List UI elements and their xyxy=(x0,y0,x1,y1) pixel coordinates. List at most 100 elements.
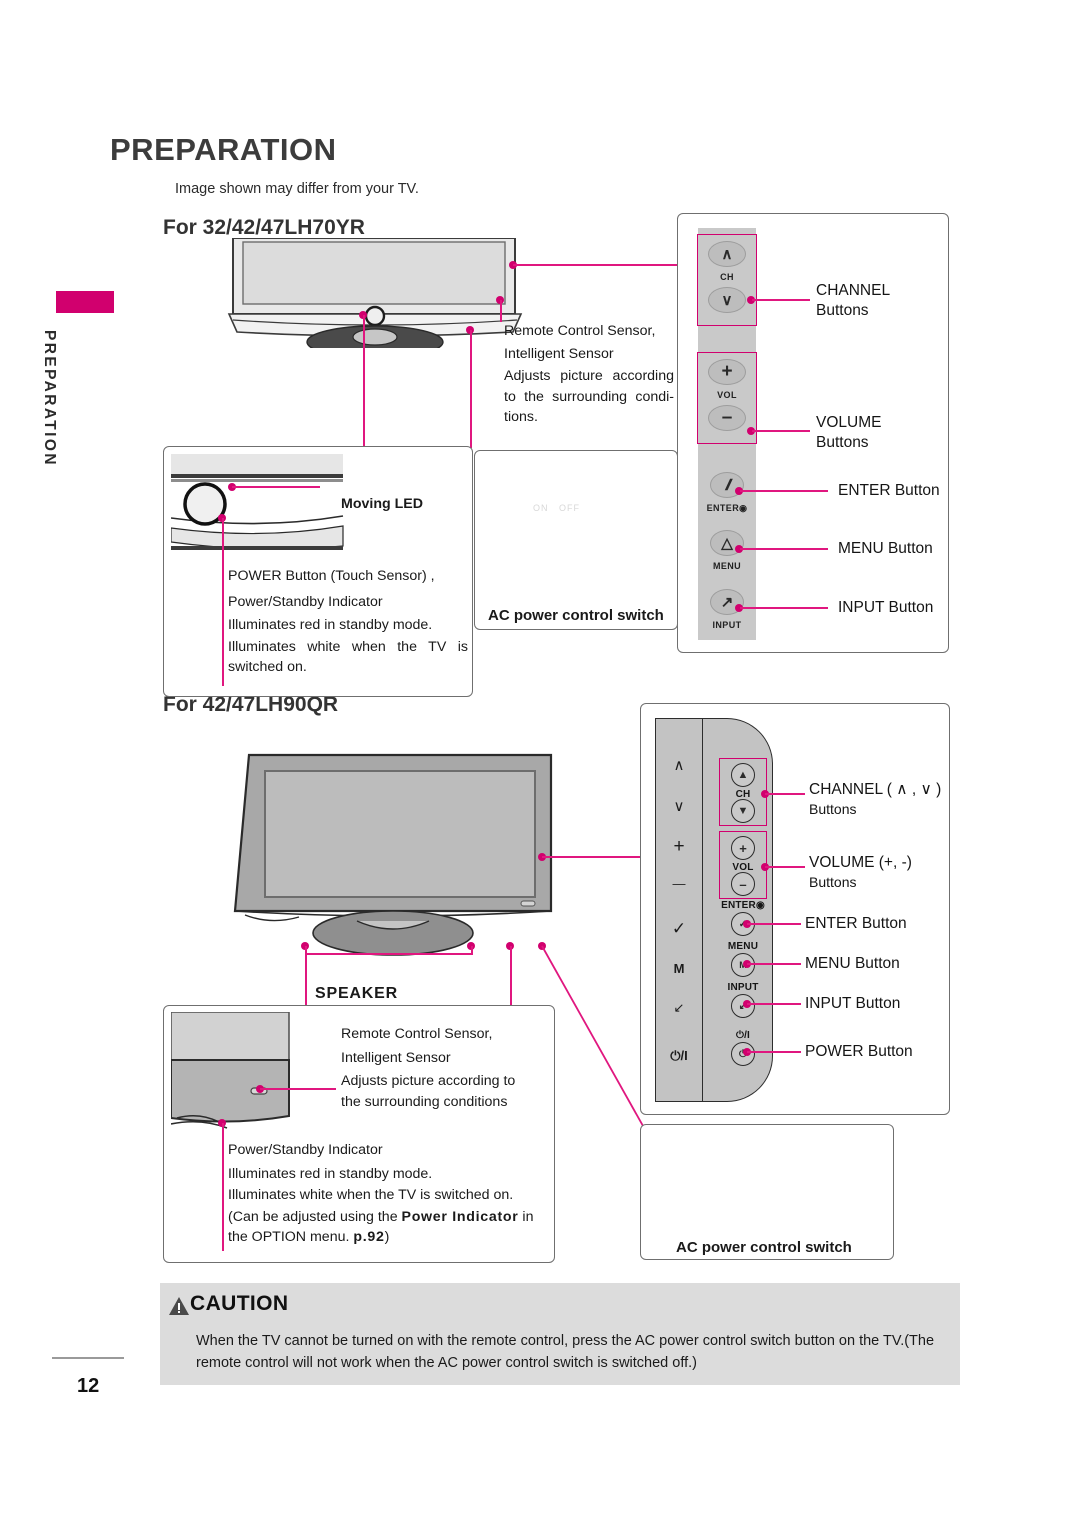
sensor-note-lh90-line1: Remote Control Sensor, xyxy=(341,1026,493,1042)
callout-enter-lh70: ENTER Button xyxy=(838,482,940,499)
leader-menu-lh90 xyxy=(747,963,801,965)
bezel-icon-channel-down: ∨ xyxy=(673,798,685,815)
enter-caption-lh90: ENTER◉ xyxy=(721,900,765,911)
page-number: 12 xyxy=(77,1375,100,1397)
power-note-lh90-body3-page: p.92 xyxy=(353,1229,385,1246)
bezel-icon-enter: ✓ xyxy=(671,919,687,938)
bezel-icon-menu: M xyxy=(673,961,685,976)
callout-channel-lh90: CHANNEL ( ∧ , ∨ ) Buttons xyxy=(809,780,941,818)
power-note-lh90-body1: Illuminates red in standby mode. xyxy=(228,1165,433,1182)
ac-switch-on-label: ON xyxy=(533,503,549,513)
menu-caption-lh90: MENU xyxy=(727,941,759,952)
power-note-lh70: POWER Button (Touch Sensor) , Power/Stan… xyxy=(228,566,468,678)
leader-power-touch-v xyxy=(222,518,224,686)
bezel-icon-channel-up: ∧ xyxy=(673,757,685,774)
callout-menu-lh70: MENU Button xyxy=(838,540,933,557)
enter-caption: ENTER◉ xyxy=(706,503,748,513)
power-note-lh90-body3: (Can be adjusted using the Power Indicat… xyxy=(228,1207,548,1248)
sensor-note-lh90-body2: the surrounding conditions xyxy=(341,1093,508,1110)
leader-channel-lh70 xyxy=(752,299,810,301)
control-panel-box-lh70: ∧ CH ∨ + VOL – 𝒍 ENTER◉ △ MENU ↗ INPUT xyxy=(677,213,949,653)
bezel-icon-power: ⏻/I xyxy=(670,1048,688,1063)
callout-volume-lh70: VOLUME Buttons xyxy=(816,413,881,453)
leader-volume-lh70 xyxy=(752,430,810,432)
power-note-line1: POWER Button (Touch Sensor) , xyxy=(228,568,435,584)
sensor-note-body: Adjusts picture according to the surroun… xyxy=(504,368,674,426)
channel-up-button-lh90[interactable]: ▲ xyxy=(731,763,755,787)
caution-title: CAUTION xyxy=(190,1292,289,1315)
leader-enter-lh90 xyxy=(747,923,801,925)
sensor-note-lh90-line2: Intelligent Sensor xyxy=(341,1049,451,1066)
leader-moving-led-h xyxy=(232,486,320,488)
sensor-note-line2: Intelligent Sensor xyxy=(504,345,614,362)
power-note-body1: Illuminates red in standby mode. xyxy=(228,617,433,634)
volume-down-button-lh90[interactable]: – xyxy=(731,872,755,896)
chapter-tab-marker xyxy=(56,291,114,313)
callout-channel-title: CHANNEL xyxy=(816,282,891,299)
menu-caption: MENU xyxy=(712,561,742,571)
sensor-note-lh70: Remote Control Sensor, Intelligent Senso… xyxy=(504,321,674,428)
ac-switch-caption-lh70: AC power control switch xyxy=(488,607,664,624)
power-caption-lh90: ⏻/I xyxy=(735,1030,751,1041)
power-note-lh90-body2: Illuminates white when the TV is switche… xyxy=(228,1187,514,1204)
callout-volume-lh90: VOLUME (+, -) Buttons xyxy=(809,853,912,891)
leader-power-lh90 xyxy=(747,1051,801,1053)
bezel-icon-input: ↙ xyxy=(673,1000,685,1015)
channel-up-button[interactable]: ∧ xyxy=(708,241,746,267)
moving-led-label: Moving LED xyxy=(341,496,423,512)
manual-page: PREPARATION 12 PREPARATION Image shown m… xyxy=(0,0,1080,1517)
callout-enter-lh90: ENTER Button xyxy=(805,915,907,932)
callout-power-lh90: POWER Button xyxy=(805,1043,913,1060)
chapter-vertical-label: PREPARATION xyxy=(41,330,58,467)
page-number-rule xyxy=(52,1357,124,1359)
left-rail: PREPARATION 12 xyxy=(0,0,160,1517)
ac-switch-off-label: OFF xyxy=(559,503,580,513)
callout-volume-lh90-sub: Buttons xyxy=(809,874,857,891)
leader-speaker-h xyxy=(305,953,471,955)
leader-volume-lh90 xyxy=(765,866,805,868)
power-note-body2: Illuminates white when the TV is switche… xyxy=(228,638,468,676)
tv-illustration-lh70yr xyxy=(227,238,523,348)
callout-volume-lh90-title: VOLUME (+, -) xyxy=(809,854,912,871)
callout-channel-lh90-title: CHANNEL ( ∧ , ∨ ) xyxy=(809,781,942,798)
volume-up-button-lh90[interactable]: + xyxy=(731,836,755,860)
volume-caption: VOL xyxy=(717,390,737,400)
page-subtitle: Image shown may differ from your TV. xyxy=(175,181,419,197)
power-note-lh90-line1: Power/Standby Indicator xyxy=(228,1142,383,1158)
leader-speaker-right-v xyxy=(471,946,473,955)
speaker-label: SPEAKER xyxy=(315,985,398,1002)
channel-down-button[interactable]: ∨ xyxy=(708,287,746,313)
caution-body: When the TV cannot be turned on with the… xyxy=(196,1333,935,1372)
power-note-lh90-body3-pre: (Can be adjusted using the xyxy=(228,1208,402,1225)
leader-sensor-top xyxy=(513,264,679,266)
bezel-icon-volume-down: — xyxy=(672,876,686,891)
leader-sensor-lh90 xyxy=(260,1088,336,1090)
sensor-note-lh90-body1: Adjusts picture according to xyxy=(341,1073,516,1090)
volume-up-button[interactable]: + xyxy=(708,359,746,385)
input-caption-lh90: INPUT xyxy=(727,982,759,993)
callout-channel-lh70: CHANNEL Buttons xyxy=(816,281,890,321)
volume-down-button[interactable]: – xyxy=(708,405,746,431)
leader-input-lh70 xyxy=(740,607,828,609)
leader-enter-lh70 xyxy=(740,490,828,492)
callout-channel-sub: Buttons xyxy=(816,302,869,320)
callout-volume-sub: Buttons xyxy=(816,434,869,452)
sensor-note-lh90: Remote Control Sensor, Intelligent Senso… xyxy=(341,1024,546,1112)
leader-sensor-bezel-v xyxy=(500,300,502,322)
channel-down-button-lh90[interactable]: ▼ xyxy=(731,799,755,823)
power-note-lh90-body3-post: ) xyxy=(384,1229,390,1246)
page-title: PREPARATION xyxy=(110,132,337,167)
callout-input-lh90: INPUT Button xyxy=(805,995,901,1012)
power-note-line2: Power/Standby Indicator xyxy=(228,593,383,610)
input-caption: INPUT xyxy=(712,620,742,630)
leader-input-lh90 xyxy=(747,1003,801,1005)
bezel-icon-volume-up: + xyxy=(673,836,685,857)
section-heading-lh70yr: For 32/42/47LH70YR xyxy=(163,216,365,239)
leader-menu-lh70 xyxy=(740,548,828,550)
power-note-lh90-body3-bold: Power Indicator xyxy=(401,1208,519,1225)
callout-channel-lh90-sub: Buttons xyxy=(809,801,857,818)
channel-caption: CH xyxy=(720,272,734,282)
ac-switch-box-lh70 xyxy=(474,450,678,630)
leader-standby-note-lh90-v xyxy=(222,1123,224,1251)
sensor-note-line1: Remote Control Sensor, xyxy=(504,323,656,339)
